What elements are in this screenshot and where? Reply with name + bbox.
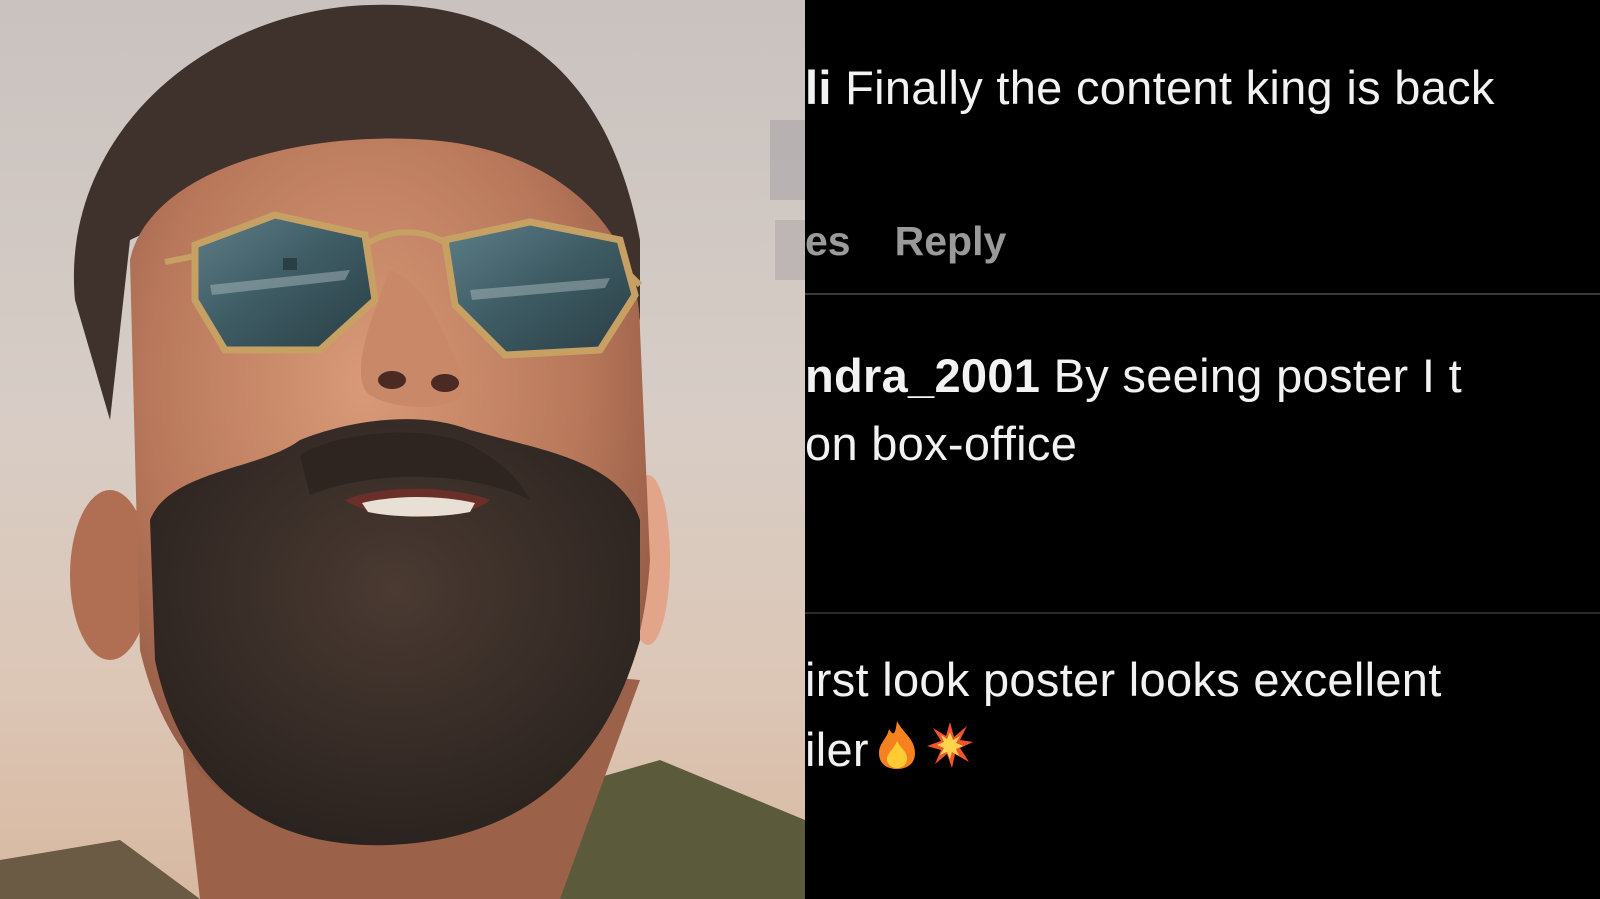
comment-text-line2: on box-office bbox=[805, 417, 1078, 470]
comment-text: irst look poster looks excellent bbox=[805, 653, 1442, 706]
comment-body: Finally the content king is back bbox=[831, 61, 1495, 114]
comment-username[interactable]: li bbox=[805, 61, 832, 114]
divider bbox=[805, 293, 1600, 295]
comment-text-line2: iler bbox=[805, 716, 975, 789]
comments-panel: li Finally the content king is back es Re… bbox=[805, 0, 1600, 899]
comment-timestamp: es bbox=[805, 218, 851, 264]
poster-image bbox=[0, 0, 805, 899]
comment-body: iler bbox=[805, 723, 869, 776]
comment-text: ndra_2001 By seeing poster I t bbox=[805, 342, 1462, 410]
fire-emoji-icon bbox=[875, 719, 919, 789]
actor-portrait bbox=[0, 4, 805, 899]
comment-meta: es Reply bbox=[805, 218, 1050, 265]
comment-text: li Finally the content king is back bbox=[805, 54, 1495, 122]
comment-body: By seeing poster I t bbox=[1040, 349, 1462, 402]
collision-emoji-icon bbox=[925, 720, 975, 788]
divider bbox=[805, 612, 1600, 614]
reply-button[interactable]: Reply bbox=[895, 218, 1007, 265]
comment-username[interactable]: ndra_2001 bbox=[805, 349, 1040, 402]
